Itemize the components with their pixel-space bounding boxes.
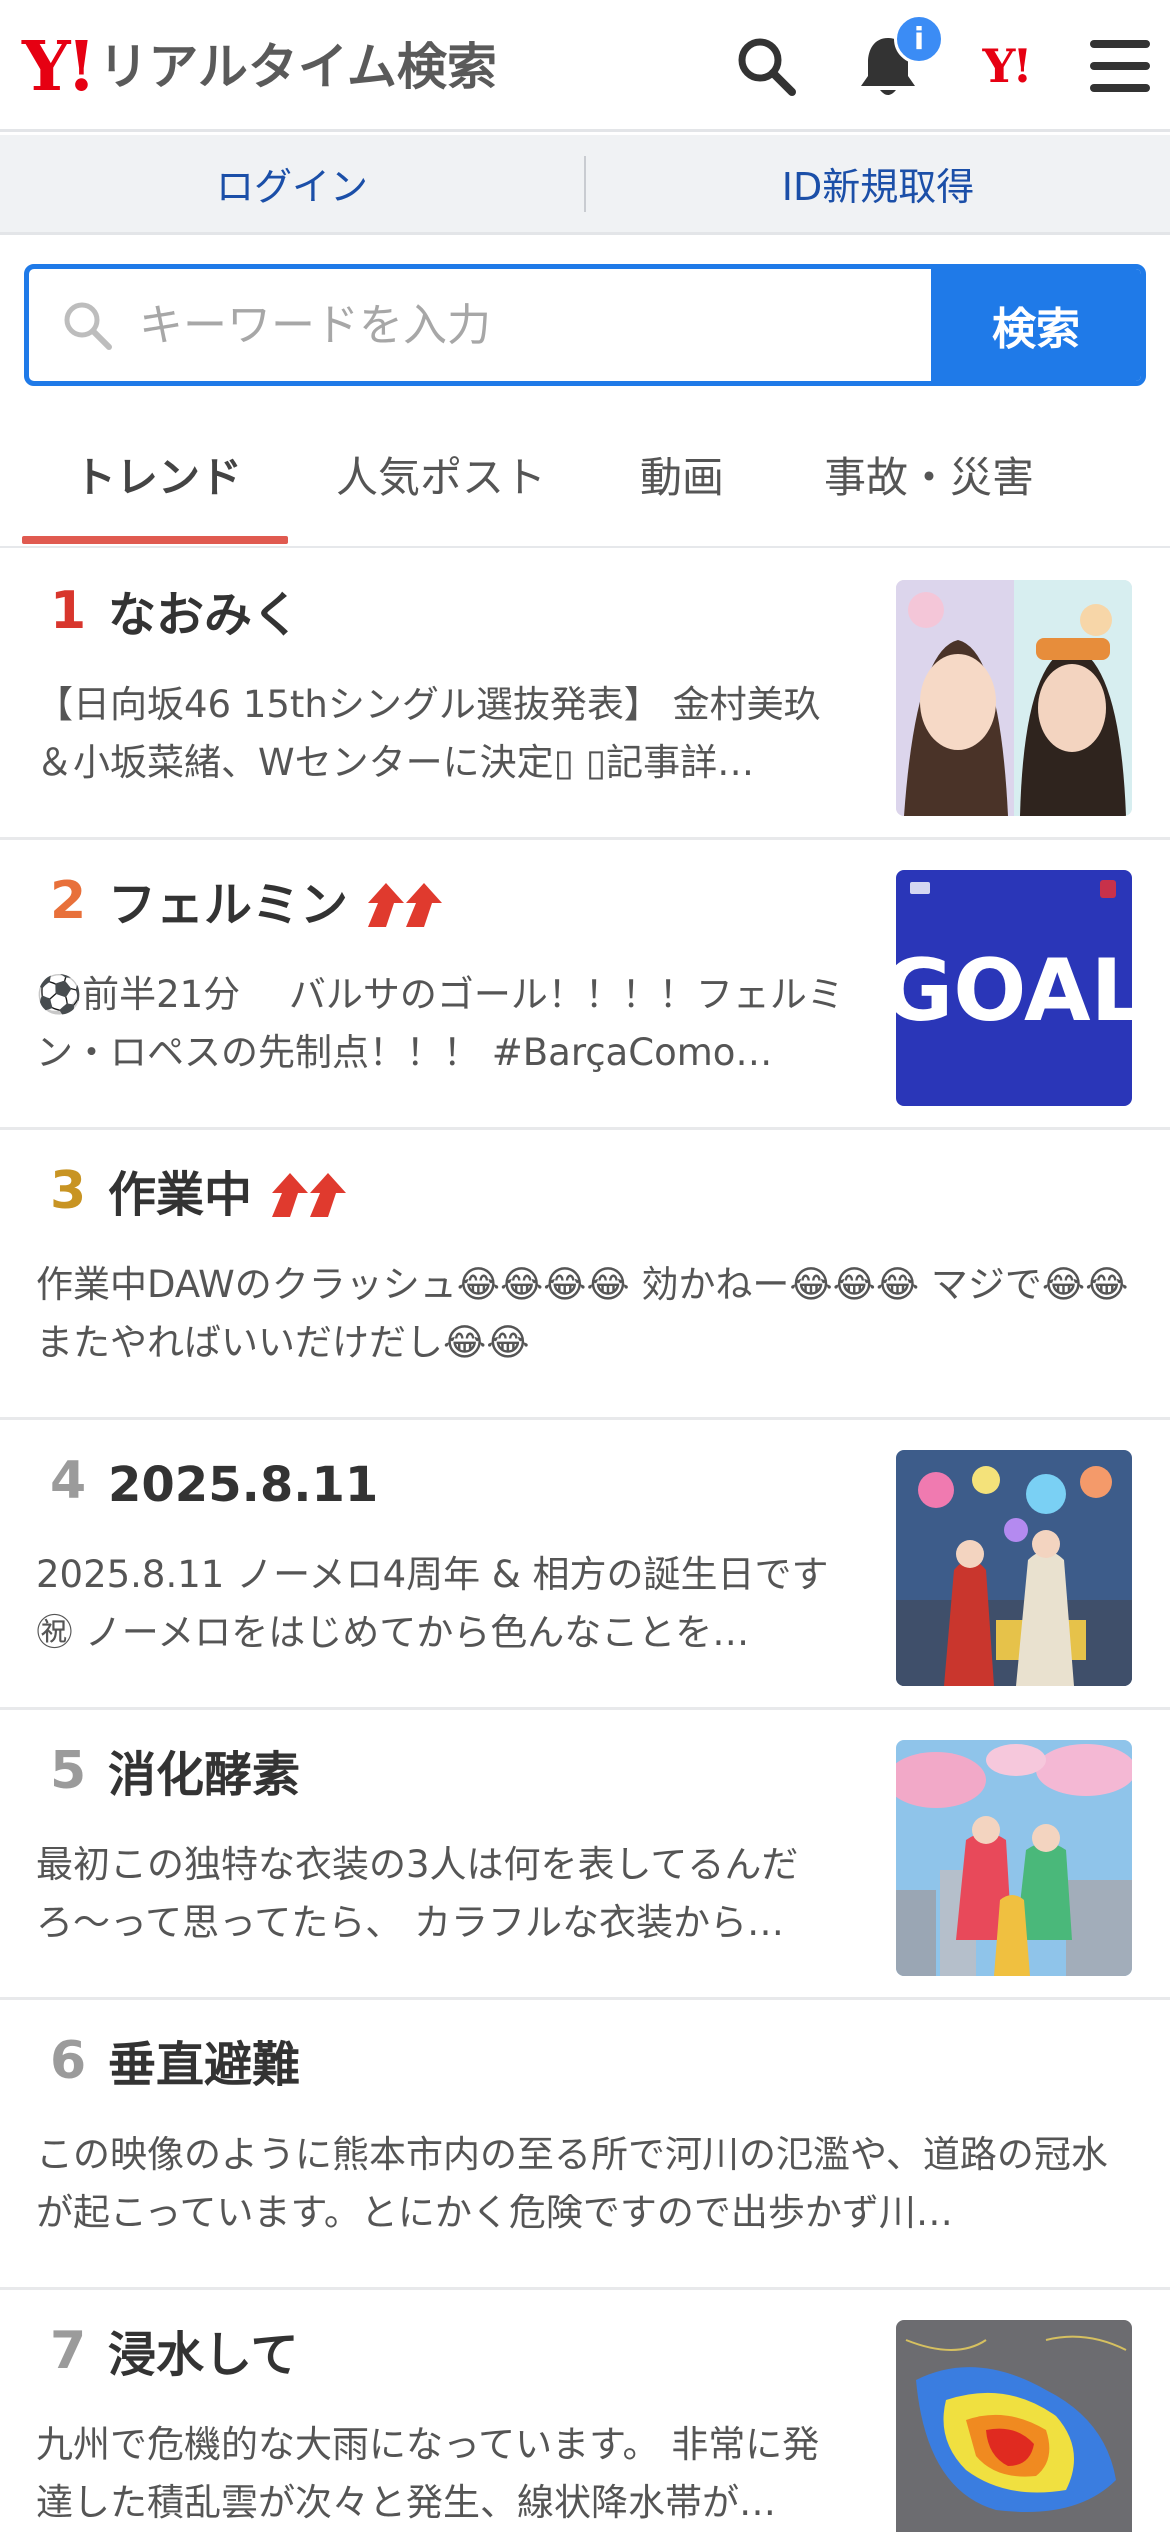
- logo-text: リアルタイム検索: [98, 38, 497, 96]
- trend-title[interactable]: 消化酵素: [108, 1744, 300, 1806]
- app-header: Y! リアルタイム検索 i Y!: [0, 0, 1170, 132]
- trend-title[interactable]: 浸水して: [108, 2324, 299, 2386]
- hamburger-menu-icon[interactable]: [1082, 28, 1158, 104]
- list-item[interactable]: 2 フェルミン ⚽前半21分 バルサのゴール！！！！フェルミン・ロペスの先制点！…: [0, 840, 1170, 1130]
- rank-number: 3: [50, 1161, 87, 1221]
- search-field: [29, 269, 931, 381]
- trend-title-text: 消化酵素: [108, 1747, 301, 1803]
- yahoo-realtime-logo[interactable]: Y! リアルタイム検索: [22, 32, 497, 102]
- trend-title-text: 作業中: [108, 1167, 253, 1223]
- trend-title-text: フェルミン: [108, 877, 349, 933]
- trend-description: ⚽前半21分 バルサのゴール！！！！フェルミン・ロペスの先制点！！！ #Barç…: [36, 973, 844, 1074]
- goal-text: GOAL: [896, 941, 1132, 1041]
- logo-mark: Y!: [22, 27, 96, 107]
- tab-popular-posts[interactable]: 人気ポスト: [336, 444, 546, 505]
- trend-title[interactable]: フェルミン: [108, 874, 448, 936]
- list-item[interactable]: 3 作業中 作業中DAWのクラッシュ😂😂😂😂 効かねー😂😂😂 マジで😂😂 またや…: [0, 1130, 1170, 1420]
- rank-number: 1: [50, 581, 87, 641]
- tab-accident-disaster[interactable]: 事故・災害: [824, 444, 1034, 505]
- trend-description: 2025.8.11 ノーメロ4周年 & 相方の誕生日です㊗ ノーメロをはじめてか…: [36, 1553, 829, 1654]
- thumbnail-image[interactable]: [896, 1740, 1132, 1976]
- rank-number: 6: [50, 2031, 87, 2091]
- yahoo-japan-icon[interactable]: Y!: [968, 28, 1044, 104]
- trend-title[interactable]: 2025.8.11: [108, 1454, 378, 1516]
- rank-number: 7: [50, 2321, 87, 2381]
- active-tab-indicator: [22, 536, 288, 544]
- login-link[interactable]: ログイン: [0, 156, 584, 211]
- rank-number: 4: [50, 1451, 87, 1511]
- list-item[interactable]: 6 垂直避難 この映像のように熊本市内の至る所で河川の氾濫や、道路の冠水が起こっ…: [0, 2000, 1170, 2290]
- rank-number: 5: [50, 1741, 87, 1801]
- thumbnail-image[interactable]: [896, 1450, 1132, 1686]
- trend-title[interactable]: 作業中: [108, 1164, 352, 1226]
- trend-description: 作業中DAWのクラッシュ😂😂😂😂 効かねー😂😂😂 マジで😂😂 またやればいいだけ…: [36, 1263, 1129, 1364]
- rising-arrows-icon: [268, 1171, 352, 1219]
- list-item[interactable]: 4 2025.8.11 2025.8.11 ノーメロ4周年 & 相方の誕生日です…: [0, 1420, 1170, 1710]
- trend-title[interactable]: 垂直避難: [108, 2034, 300, 2096]
- thumbnail-image[interactable]: GOAL: [896, 870, 1132, 1106]
- trend-description: この映像のように熊本市内の至る所で河川の氾濫や、道路の冠水が起こっています。とに…: [36, 2133, 1108, 2234]
- trend-description: 最初この独特な衣装の3人は何を表してるんだろ〜って思ってたら、 カラフルな衣装か…: [36, 1843, 799, 1944]
- register-link[interactable]: ID新規取得: [586, 156, 1170, 211]
- trend-title-text: 浸水して: [108, 2327, 299, 2383]
- trend-description: 九州で危機的な大雨になっています。 非常に発達した積乱雲が次々と発生、線状降水帯…: [36, 2423, 820, 2524]
- trend-description: 【日向坂46 15thシングル選抜発表】 金村美玖＆小坂菜緒、Wセンターに決定▯…: [36, 683, 821, 784]
- search-input[interactable]: [139, 299, 839, 351]
- list-item[interactable]: 7 浸水して 九州で危機的な大雨になっています。 非常に発達した積乱雲が次々と発…: [0, 2290, 1170, 2532]
- rising-arrows-icon: [364, 881, 448, 929]
- list-item[interactable]: 1 なおみく 【日向坂46 15thシングル選抜発表】 金村美玖＆小坂菜緒、Wセ…: [0, 550, 1170, 840]
- login-bar: ログイン ID新規取得: [0, 135, 1170, 235]
- trend-title-text: 2025.8.11: [108, 1457, 379, 1513]
- list-item[interactable]: 5 消化酵素 最初この独特な衣装の3人は何を表してるんだろ〜って思ってたら、 カ…: [0, 1710, 1170, 2000]
- category-tabs: トレンド 人気ポスト 動画 事故・災害: [0, 400, 1170, 548]
- tab-video[interactable]: 動画: [640, 444, 724, 505]
- notification-badge[interactable]: i: [894, 14, 944, 64]
- rank-number: 2: [50, 871, 87, 931]
- trend-title-text: なおみく: [108, 587, 301, 643]
- search-box: 検索: [24, 264, 1146, 386]
- trend-title-text: 垂直避難: [108, 2037, 301, 2093]
- search-icon[interactable]: [728, 28, 804, 104]
- thumbnail-image[interactable]: [896, 2320, 1132, 2532]
- yj-mark: Y!: [982, 39, 1032, 93]
- search-button[interactable]: 検索: [931, 269, 1141, 381]
- search-field-icon: [64, 302, 112, 350]
- tab-trend[interactable]: トレンド: [74, 444, 242, 505]
- trend-title[interactable]: なおみく: [108, 584, 300, 646]
- thumbnail-image[interactable]: [896, 580, 1132, 816]
